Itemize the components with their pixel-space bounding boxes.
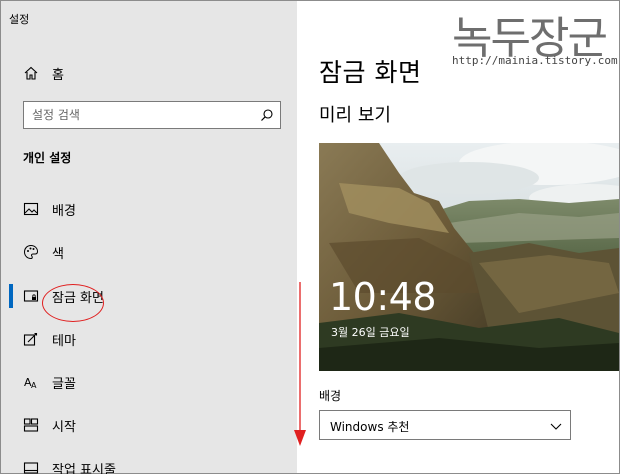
- sidebar-item-lock-screen[interactable]: 잠금 화면: [1, 281, 297, 311]
- sidebar-item-color[interactable]: 색: [1, 237, 297, 267]
- sidebar-item-label: 배경: [52, 204, 76, 219]
- sidebar-item-label: 홈: [52, 68, 64, 83]
- home-icon: [24, 66, 38, 80]
- preview-heading: 미리 보기: [319, 105, 391, 126]
- start-icon: [23, 418, 39, 432]
- search-input[interactable]: [32, 107, 252, 123]
- preview-date: 3월 26일 금요일: [331, 326, 410, 339]
- page-title: 잠금 화면: [319, 58, 422, 87]
- watermark-url: http://mainia.tistory.com: [452, 54, 618, 67]
- theme-icon: [23, 332, 38, 346]
- sidebar-item-label: 작업 표시줄: [52, 463, 116, 474]
- svg-text:A: A: [31, 381, 37, 390]
- picture-icon: [23, 202, 39, 216]
- background-dropdown-value: Windows 추천: [330, 420, 410, 434]
- background-label: 배경: [319, 389, 342, 403]
- search-box[interactable]: [23, 101, 281, 129]
- preview-clock: 10:48: [329, 275, 437, 319]
- taskbar-icon: [23, 462, 39, 474]
- section-title: 개인 설정: [23, 151, 72, 165]
- lock-screen-icon: [23, 290, 39, 302]
- window-title: 설정: [9, 13, 30, 26]
- search-icon[interactable]: [260, 108, 274, 122]
- palette-icon: [23, 244, 39, 260]
- selection-indicator: [9, 284, 13, 308]
- sidebar-item-start[interactable]: 시작: [1, 410, 297, 440]
- sidebar-item-fonts[interactable]: A A 글꼴: [1, 367, 297, 397]
- lock-screen-preview: 10:48 3월 26일 금요일: [319, 143, 619, 371]
- sidebar-item-label: 글꼴: [52, 377, 76, 392]
- main-content: 잠금 화면 미리 보기 10:48 3월 26일 금요일 배경 Windows …: [297, 1, 619, 473]
- sidebar-item-label: 잠금 화면: [52, 291, 104, 306]
- background-dropdown[interactable]: Windows 추천: [319, 410, 571, 440]
- sidebar-item-theme[interactable]: 테마: [1, 324, 297, 354]
- sidebar-item-label: 시작: [52, 420, 76, 435]
- chevron-down-icon: [550, 423, 562, 430]
- font-icon: A A: [24, 376, 37, 390]
- sidebar-item-home[interactable]: 홈: [1, 59, 297, 87]
- sidebar-item-background[interactable]: 배경: [1, 194, 297, 224]
- sidebar-item-label: 색: [52, 247, 64, 262]
- sidebar-item-taskbar[interactable]: 작업 표시줄: [1, 453, 297, 474]
- sidebar: 설정 홈 개인 설정 배경 색: [1, 1, 297, 474]
- sidebar-item-label: 테마: [52, 334, 76, 349]
